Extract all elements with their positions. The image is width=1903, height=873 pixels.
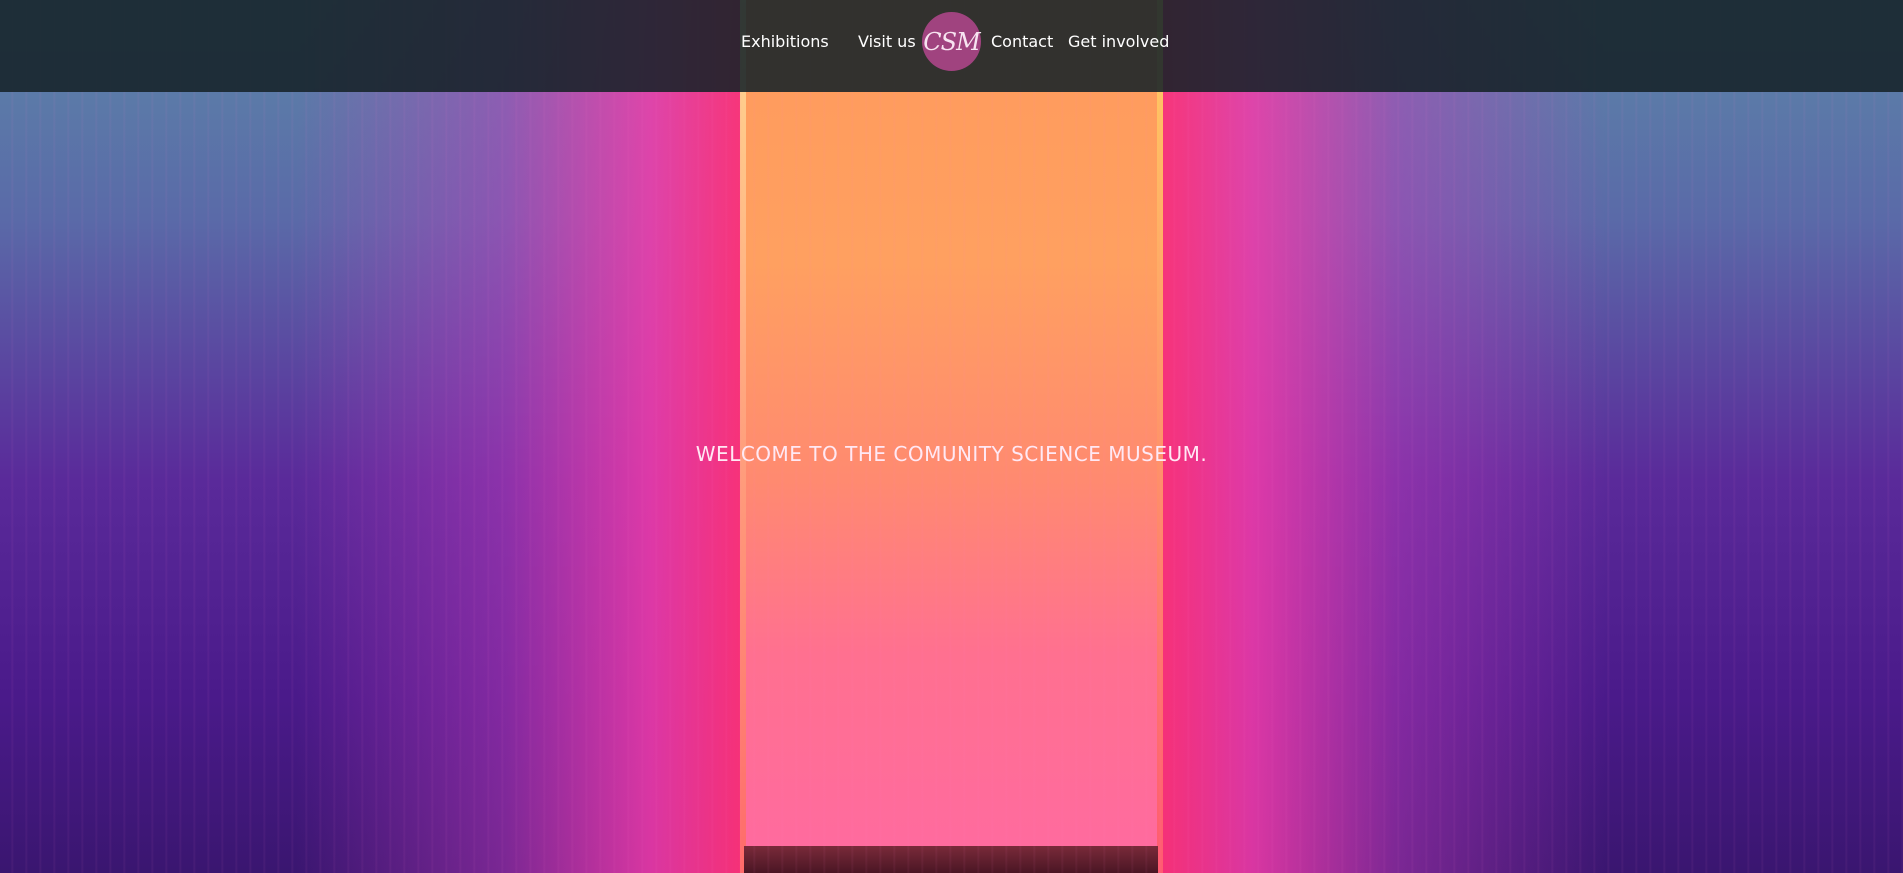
nav-link-contact[interactable]: Contact xyxy=(991,31,1053,53)
nav-link-visit-us[interactable]: Visit us xyxy=(858,31,916,53)
hero-background: WELCOME TO THE COMUNITY SCIENCE MUSEUM. xyxy=(0,0,1903,873)
welcome-heading: WELCOME TO THE COMUNITY SCIENCE MUSEUM. xyxy=(695,442,1208,466)
nav-link-get-involved[interactable]: Get involved xyxy=(1068,31,1169,53)
top-navigation-bar: Exhibitions Visit us CSM Contact Get inv… xyxy=(0,0,1903,92)
nav-link-exhibitions[interactable]: Exhibitions xyxy=(741,31,829,53)
hero-paint-drips xyxy=(0,0,1903,873)
csm-logo[interactable]: CSM xyxy=(922,12,981,71)
logo-text: CSM xyxy=(923,27,980,56)
